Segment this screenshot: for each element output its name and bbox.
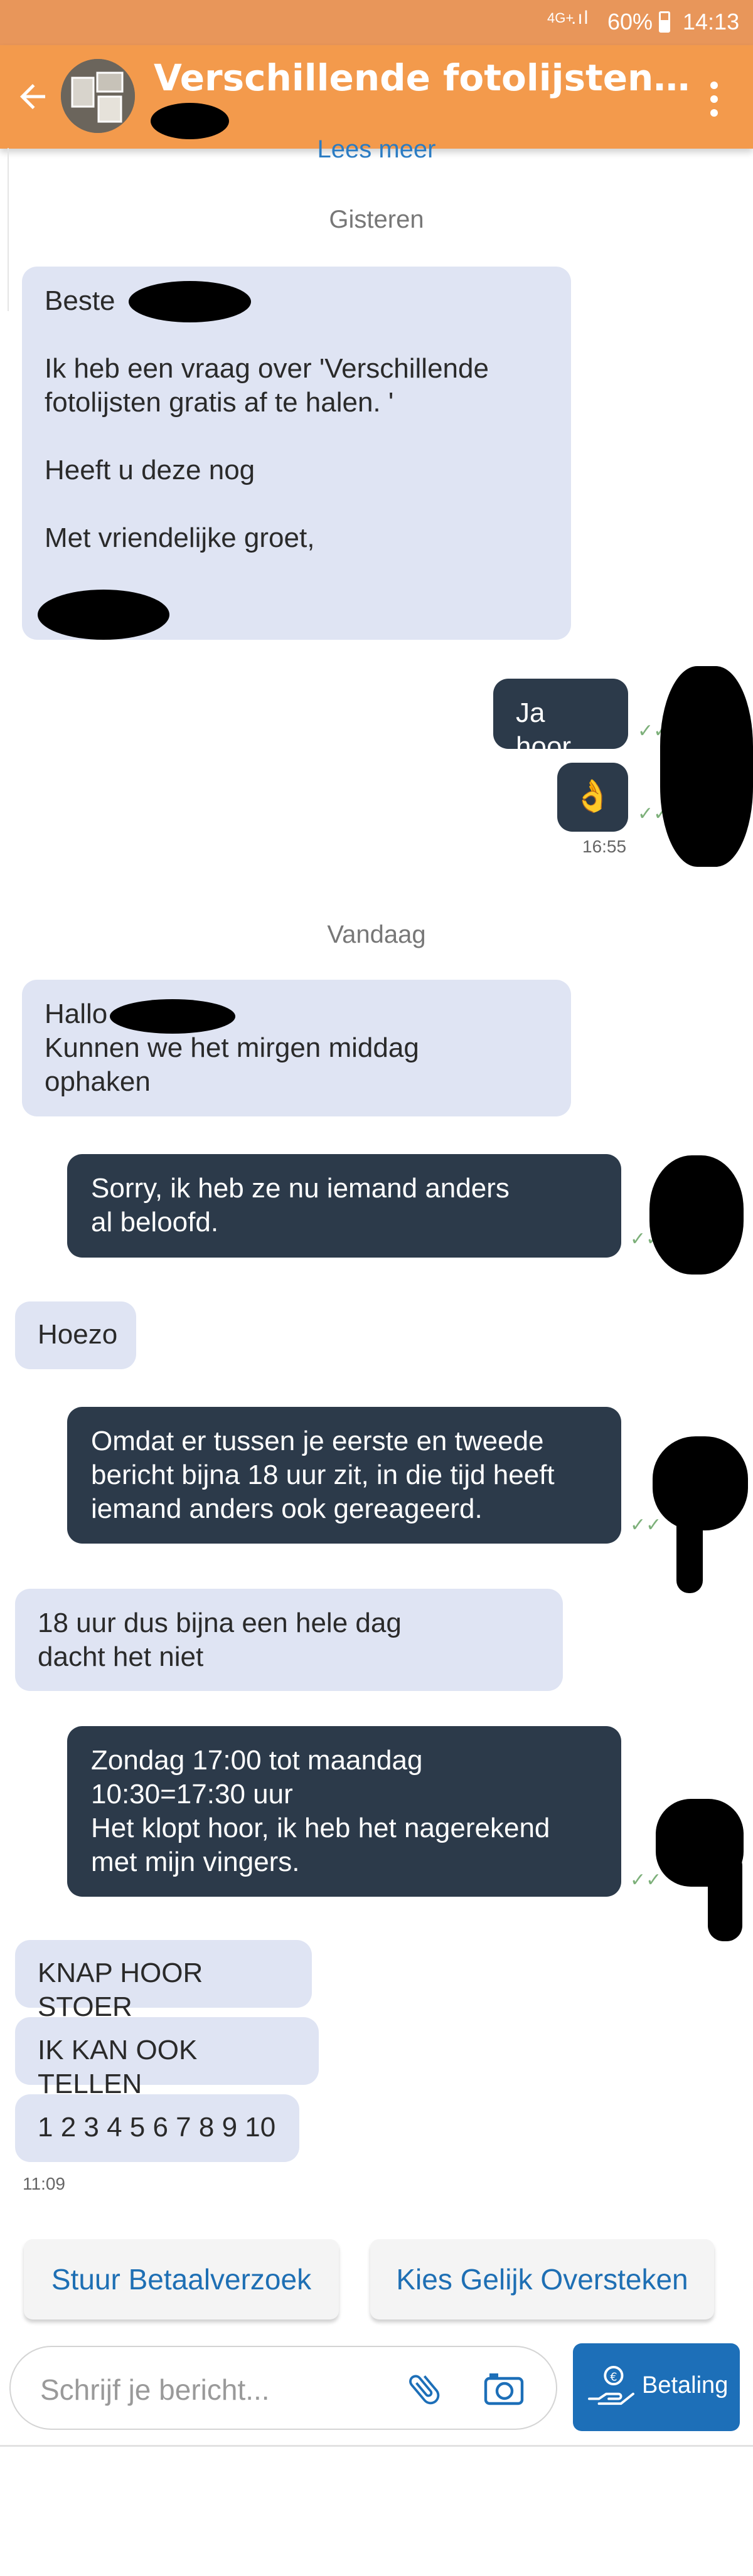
message-line: 18 uur dus bijna een hele dag xyxy=(38,1608,402,1638)
chat-title[interactable]: Verschillende fotolijsten grat... xyxy=(154,56,693,99)
message-line: Ik heb een vraag over 'Verschillende xyxy=(45,353,489,384)
outgoing-message: Omdat er tussen je eerste en tweede beri… xyxy=(67,1407,621,1544)
redaction xyxy=(660,666,753,867)
message-line: fotolijsten gratis af te halen. ' xyxy=(45,387,394,418)
clock: 14:13 xyxy=(683,9,740,34)
bottom-divider xyxy=(0,2445,753,2447)
avatar[interactable] xyxy=(61,59,135,133)
message-line: Beste xyxy=(45,285,115,316)
incoming-message: 1 2 3 4 5 6 7 8 9 10 xyxy=(15,2094,299,2162)
day-separator: Vandaag xyxy=(327,921,426,948)
message-line: al beloofd. xyxy=(91,1207,219,1238)
outgoing-message: Zondag 17:00 tot maandag 10:30=17:30 uur… xyxy=(67,1726,621,1897)
day-separator: Gisteren xyxy=(329,206,424,233)
redaction xyxy=(110,999,235,1034)
paperclip-icon[interactable] xyxy=(405,2370,444,2409)
message-line: bericht bijna 18 uur zit, in die tijd he… xyxy=(91,1460,555,1490)
message-line: 10:30=17:30 uur xyxy=(91,1779,293,1810)
message-line: Omdat er tussen je eerste en tweede xyxy=(91,1426,544,1456)
read-receipt-icon: ✓✓ xyxy=(630,1515,662,1535)
redaction xyxy=(708,1850,742,1941)
incoming-message: Hoezo xyxy=(15,1301,136,1369)
swap-button[interactable]: Kies Gelijk Oversteken xyxy=(370,2239,714,2319)
incoming-message: 18 uur dus bijna een hele dag dacht het … xyxy=(15,1589,563,1691)
message-composer xyxy=(9,2346,557,2430)
chat-header: Verschillende fotolijsten grat... xyxy=(0,45,753,149)
svg-text:€: € xyxy=(610,2371,617,2383)
message-line: Het klopt hoor, ik heb het nagerekend xyxy=(91,1813,550,1843)
message-line: Zondag 17:00 tot maandag xyxy=(91,1745,423,1776)
read-receipt-icon: ✓✓ xyxy=(630,1870,662,1890)
message-line: ophaken xyxy=(45,1066,151,1097)
network-label: 4G+ xyxy=(547,10,574,26)
overflow-menu-icon[interactable] xyxy=(702,78,727,122)
redaction xyxy=(649,1155,744,1275)
message-line: Met vriendelijke groet, xyxy=(45,522,315,553)
message-line: dacht het niet xyxy=(38,1641,204,1672)
payment-button[interactable]: € Betaling xyxy=(573,2343,740,2431)
message-line: met mijn vingers. xyxy=(91,1847,300,1877)
redaction xyxy=(38,590,169,640)
incoming-message: IK KAN OOK TELLEN xyxy=(15,2017,319,2099)
payment-hand-icon: € xyxy=(588,2365,634,2405)
signal-icon: .ıl xyxy=(571,8,590,28)
message-line: iemand anders ook gereageerd. xyxy=(91,1493,483,1524)
message-input[interactable] xyxy=(39,2367,393,2412)
message-line: Sorry, ik heb ze nu iemand anders xyxy=(91,1173,510,1204)
redaction xyxy=(151,103,229,139)
camera-icon[interactable] xyxy=(483,2371,525,2407)
incoming-message: Beste Ik heb een vraag over 'Verschillen… xyxy=(22,267,571,640)
message-time: 11:09 xyxy=(23,2174,65,2193)
battery-icon xyxy=(659,11,670,33)
outgoing-emoji-message: 👌 xyxy=(557,763,628,832)
back-arrow-icon[interactable] xyxy=(14,78,51,115)
payment-label: Betaling xyxy=(642,2372,729,2398)
read-more-link[interactable]: Lees meer xyxy=(0,135,753,164)
photo-frames-thumbnail-icon xyxy=(61,59,135,133)
message-time: 16:55 xyxy=(582,837,627,856)
battery-percent: 60% xyxy=(607,9,653,34)
incoming-message: KNAP HOOR STOER xyxy=(15,1940,312,2022)
request-payment-button[interactable]: Stuur Betaalverzoek xyxy=(24,2239,339,2319)
message-line: Kunnen we het mirgen middag xyxy=(45,1032,419,1063)
status-bar: 4G+ .ıl 60% 14:13 xyxy=(0,0,753,45)
outgoing-message: Ja hoor xyxy=(493,679,628,762)
message-line: Heeft u deze nog xyxy=(45,455,255,485)
redaction xyxy=(676,1505,703,1593)
incoming-message: Hallo Kunnen we het mirgen middag ophake… xyxy=(22,980,571,1116)
outgoing-message: Sorry, ik heb ze nu iemand anders al bel… xyxy=(67,1154,621,1258)
redaction xyxy=(129,281,251,322)
